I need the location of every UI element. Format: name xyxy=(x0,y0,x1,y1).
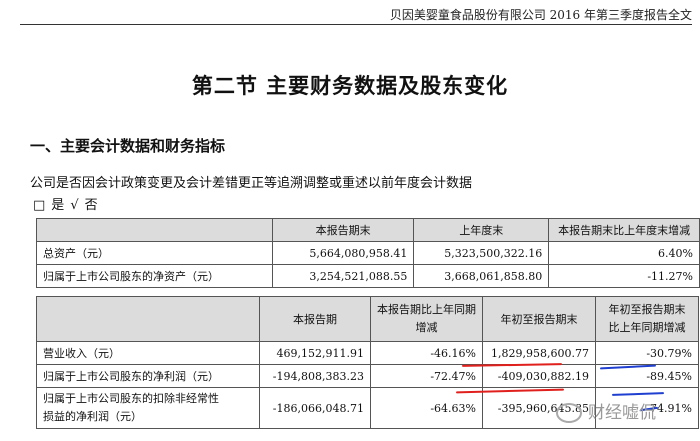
header-title: 贝因美婴童食品股份有限公司 2016 年第三季度报告全文 xyxy=(389,8,692,22)
cell-value: 469,152,911.91 xyxy=(259,341,371,365)
header-line: 年初至报告期末 xyxy=(608,303,686,316)
cell-value: -72.47% xyxy=(370,364,483,388)
cell-value: 6.40% xyxy=(548,241,700,265)
header-cell: 年初至报告期末 比上年同期增减 xyxy=(595,296,699,342)
row-label: 归属于上市公司股东的扣除非经常性 损益的净利润（元） xyxy=(36,387,260,429)
header-cell: 上年度末 xyxy=(413,218,550,242)
row-label-line: 归属于上市公司股东的扣除非经常性 xyxy=(43,392,219,405)
row-label-line: 损益的净利润（元） xyxy=(43,410,142,423)
header-line: 本报告期比上年同期 xyxy=(377,303,476,316)
row-label: 营业收入（元） xyxy=(36,341,260,365)
watermark: 财经嘘侃 xyxy=(556,398,656,423)
header-cell: 本报告期末 xyxy=(271,218,415,242)
cell-value: -409,030,882.19 xyxy=(482,364,596,388)
cell-value: -46.16% xyxy=(370,341,483,365)
chat-bubble-icon xyxy=(556,403,582,423)
header-cell: 年初至报告期末 xyxy=(482,296,596,342)
page-header: 贝因美婴童食品股份有限公司 2016 年第三季度报告全文 xyxy=(0,0,700,26)
row-label: 归属于上市公司股东的净资产（元） xyxy=(36,264,273,288)
check-icon: √ xyxy=(70,198,79,213)
restatement-answer: □ 是 √ 否 xyxy=(33,194,104,213)
table-header-row: 本报告期 本报告期比上年同期 增减 年初至报告期末 年初至报告期末 比上年同期增… xyxy=(36,296,699,342)
table-row: 总资产（元） 5,664,080,958.41 5,323,500,322.16… xyxy=(36,241,700,265)
header-line: 比上年同期增减 xyxy=(608,321,686,334)
header-cell xyxy=(36,218,273,242)
cell-value: -64.63% xyxy=(370,387,483,429)
table-row: 归属于上市公司股东的净资产（元） 3,254,521,088.55 3,668,… xyxy=(36,264,700,288)
answer-yes: 是 xyxy=(51,198,65,213)
checkbox-icon: □ xyxy=(33,198,46,213)
section-title: 第二节 主要财务数据及股东变化 xyxy=(191,74,509,98)
cell-value: 3,668,061,858.80 xyxy=(413,264,550,288)
header-cell: 本报告期 xyxy=(259,296,371,342)
cell-value: 1,829,958,600.77 xyxy=(482,341,596,365)
table-row: 营业收入（元） 469,152,911.91 -46.16% 1,829,958… xyxy=(36,341,699,365)
table-header-row: 本报告期末 上年度末 本报告期末比上年度末增减 xyxy=(36,218,700,242)
cell-value: -186,066,048.71 xyxy=(259,387,371,429)
answer-no: 否 xyxy=(84,198,98,213)
row-label: 归属于上市公司股东的净利润（元） xyxy=(36,364,260,388)
header-cell xyxy=(36,296,260,342)
watermark-text: 财经嘘侃 xyxy=(588,403,656,423)
cell-value: -30.79% xyxy=(595,341,699,365)
balance-table: 本报告期末 上年度末 本报告期末比上年度末增减 总资产（元） 5,664,080… xyxy=(36,218,700,288)
cell-value: 5,664,080,958.41 xyxy=(271,241,415,265)
header-line: 增减 xyxy=(415,321,438,334)
restatement-question: 公司是否因会计政策变更及会计差错更正等追溯调整或重述以前年度会计数据 xyxy=(30,176,473,191)
cell-value: -194,808,383.23 xyxy=(259,364,371,388)
cell-value: 5,323,500,322.16 xyxy=(413,241,550,265)
header-rule xyxy=(20,24,692,25)
subsection-title: 一、主要会计数据和财务指标 xyxy=(30,137,226,155)
header-cell: 本报告期末比上年度末增减 xyxy=(548,218,700,242)
cell-value: 3,254,521,088.55 xyxy=(271,264,415,288)
row-label: 总资产（元） xyxy=(36,241,273,265)
header-cell: 本报告期比上年同期 增减 xyxy=(370,296,483,342)
cell-value: -11.27% xyxy=(548,264,700,288)
